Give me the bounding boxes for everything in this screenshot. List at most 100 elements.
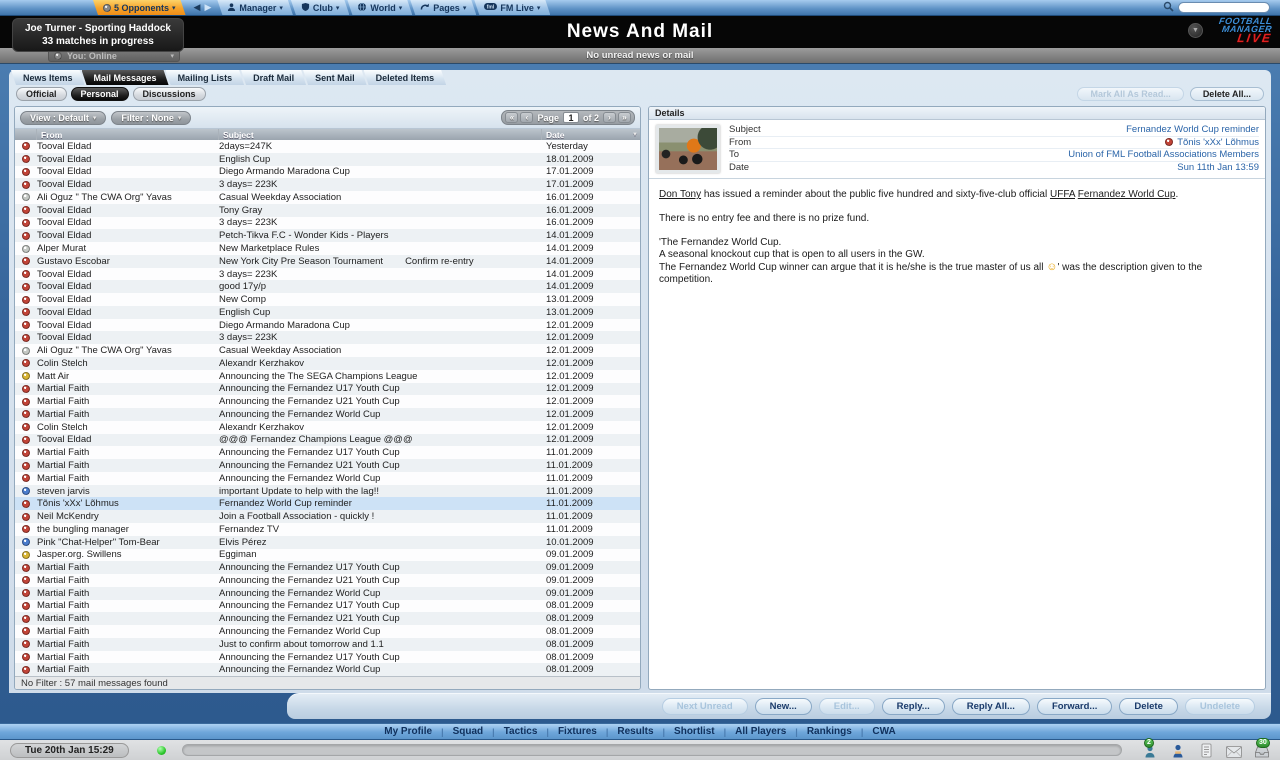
date-column-header[interactable]: Date▼	[542, 129, 640, 140]
subtab-personal[interactable]: Personal	[71, 87, 129, 101]
menu-tab-world[interactable]: World▾	[347, 0, 412, 15]
menu-tab-manager[interactable]: Manager▾	[217, 0, 293, 15]
user-icon[interactable]	[1170, 743, 1186, 758]
body-link[interactable]: Fernandez World Cup	[1078, 189, 1176, 200]
forward-icon[interactable]: ▶	[204, 3, 211, 12]
reply-button[interactable]: Reply...	[882, 698, 945, 715]
mail-row[interactable]: Colin StelchAlexandr Kerzhakov12.01.2009	[15, 421, 640, 434]
opponents-tab[interactable]: 5 Opponents ▾	[93, 0, 186, 15]
subtab-discussions[interactable]: Discussions	[133, 87, 206, 101]
page-number-input[interactable]	[563, 112, 579, 123]
tab-deleted-items[interactable]: Deleted Items	[364, 70, 447, 85]
menu-tab-pages[interactable]: Pages▾	[410, 0, 476, 15]
tab-sent-mail[interactable]: Sent Mail	[303, 70, 367, 85]
subtab-official[interactable]: Official	[16, 87, 67, 101]
tab-draft-mail[interactable]: Draft Mail	[241, 70, 306, 85]
field-value-link[interactable]: Fernandez World Cup reminder	[1126, 124, 1259, 135]
nav-item-shortlist[interactable]: Shortlist	[665, 726, 724, 737]
collapse-header-button[interactable]: ▼	[1188, 23, 1203, 38]
mail-row[interactable]: Ali Oguz " The CWA Org" YavasCasual Week…	[15, 191, 640, 204]
envelope-icon[interactable]	[1226, 743, 1242, 758]
nav-item-results[interactable]: Results	[608, 726, 662, 737]
mail-row[interactable]: Martial FaithJust to confirm about tomor…	[15, 638, 640, 651]
search-input[interactable]	[1178, 2, 1270, 13]
mail-row[interactable]: Tõnis 'xXx' LõhmusFernandez World Cup re…	[15, 497, 640, 510]
mail-row[interactable]: Tooval Eldad3 days= 223K14.01.2009	[15, 268, 640, 281]
filter-dropdown[interactable]: Filter : None▾	[111, 111, 191, 125]
mail-row[interactable]: Martial FaithAnnouncing the Fernandez Wo…	[15, 663, 640, 676]
nav-item-my-profile[interactable]: My Profile	[375, 726, 441, 737]
mail-row[interactable]: Matt AirAnnouncing the The SEGA Champion…	[15, 370, 640, 383]
nav-item-rankings[interactable]: Rankings	[798, 726, 861, 737]
tab-mail-messages[interactable]: Mail Messages	[82, 70, 169, 85]
mail-row[interactable]: Tooval Eldad3 days= 223K12.01.2009	[15, 331, 640, 344]
nav-item-all-players[interactable]: All Players	[726, 726, 795, 737]
mail-row[interactable]: Tooval EldadPetch-Tikva F.C - Wonder Kid…	[15, 229, 640, 242]
forward-button[interactable]: Forward...	[1037, 698, 1112, 715]
field-value-link[interactable]: Sun 11th Jan 13:59	[1177, 162, 1259, 173]
mail-row[interactable]: Tooval Eldad@@@ Fernandez Champions Leag…	[15, 434, 640, 447]
clipboard-icon[interactable]	[1198, 743, 1214, 758]
inbox-tray-icon[interactable]: 30	[1254, 743, 1270, 758]
mail-row[interactable]: Tooval Eldadgood 17y/p14.01.2009	[15, 280, 640, 293]
field-value-link[interactable]: Union of FML Football Associations Membe…	[1068, 149, 1259, 160]
subject-column-header[interactable]: Subject	[219, 129, 542, 140]
from-column-header[interactable]: From	[37, 129, 219, 140]
user-status-box[interactable]: Joe Turner - Sporting Haddock 33 matches…	[12, 18, 184, 52]
mail-row[interactable]: Tooval Eldad3 days= 223K16.01.2009	[15, 217, 640, 230]
first-page-button[interactable]: «	[505, 112, 518, 123]
mail-row[interactable]: Tooval EldadTony Gray16.01.2009	[15, 204, 640, 217]
mail-row[interactable]: Martial FaithAnnouncing the Fernandez Wo…	[15, 625, 640, 638]
prev-page-button[interactable]: ‹	[520, 112, 533, 123]
mail-row[interactable]: Martial FaithAnnouncing the Fernandez U1…	[15, 600, 640, 613]
nav-item-cwa[interactable]: CWA	[863, 726, 904, 737]
mail-row[interactable]: Tooval EldadEnglish Cup18.01.2009	[15, 153, 640, 166]
mail-row[interactable]: Martial FaithAnnouncing the Fernandez U2…	[15, 612, 640, 625]
mail-row[interactable]: Martial FaithAnnouncing the Fernandez Wo…	[15, 472, 640, 485]
delete-button[interactable]: Delete	[1119, 698, 1178, 715]
mail-row[interactable]: Tooval Eldad3 days= 223K17.01.2009	[15, 178, 640, 191]
last-page-button[interactable]: »	[618, 112, 631, 123]
next-page-button[interactable]: ›	[603, 112, 616, 123]
mail-row[interactable]: Neil McKendryJoin a Football Association…	[15, 510, 640, 523]
mail-row[interactable]: Martial FaithAnnouncing the Fernandez Wo…	[15, 587, 640, 600]
chat-users-icon[interactable]: 2	[1142, 743, 1158, 758]
mail-row[interactable]: the bungling managerFernandez TV11.01.20…	[15, 523, 640, 536]
mail-row[interactable]: Martial FaithAnnouncing the Fernandez U1…	[15, 561, 640, 574]
mail-row[interactable]: Martial FaithAnnouncing the Fernandez U1…	[15, 651, 640, 664]
mail-row[interactable]: Martial FaithAnnouncing the Fernandez U1…	[15, 446, 640, 459]
tab-mailing-lists[interactable]: Mailing Lists	[166, 70, 245, 85]
mail-row[interactable]: Martial FaithAnnouncing the Fernandez U2…	[15, 395, 640, 408]
reply-all-button[interactable]: Reply All...	[952, 698, 1030, 715]
body-link[interactable]: Don Tony	[659, 189, 701, 200]
mail-row[interactable]: Martial FaithAnnouncing the Fernandez Wo…	[15, 408, 640, 421]
delete-all-button[interactable]: Delete All...	[1190, 87, 1264, 101]
tab-news-items[interactable]: News Items	[11, 70, 85, 85]
mail-row[interactable]: Martial FaithAnnouncing the Fernandez U1…	[15, 383, 640, 396]
mail-row[interactable]: Martial FaithAnnouncing the Fernandez U2…	[15, 574, 640, 587]
mail-row[interactable]: Tooval EldadEnglish Cup13.01.2009	[15, 306, 640, 319]
game-datetime[interactable]: Tue 20th Jan 15:29	[10, 743, 129, 758]
field-value-link[interactable]: Tõnis 'xXx' Lõhmus	[1165, 137, 1259, 148]
body-link[interactable]: UFFA	[1050, 189, 1075, 200]
mail-row[interactable]: Tooval EldadNew Comp13.01.2009	[15, 293, 640, 306]
back-icon[interactable]: ◀	[194, 3, 201, 12]
mail-row[interactable]: Gustavo EscobarNew York City Pre Season …	[15, 255, 640, 268]
mail-row[interactable]: steven jarvisimportant Update to help wi…	[15, 485, 640, 498]
column-menu-icon[interactable]: ▼	[632, 132, 638, 138]
menu-tab-fm-live[interactable]: fmlFM Live▾	[474, 0, 550, 15]
mail-row[interactable]: Ali Oguz " The CWA Org" YavasCasual Week…	[15, 344, 640, 357]
nav-item-tactics[interactable]: Tactics	[495, 726, 547, 737]
nav-item-squad[interactable]: Squad	[444, 726, 493, 737]
mail-row[interactable]: Pink "Chat-Helper" Tom-BearElvis Pérez10…	[15, 536, 640, 549]
mail-row[interactable]: Tooval EldadDiego Armando Maradona Cup17…	[15, 166, 640, 179]
mail-row[interactable]: Martial FaithAnnouncing the Fernandez U2…	[15, 459, 640, 472]
mail-row[interactable]: Tooval EldadDiego Armando Maradona Cup12…	[15, 319, 640, 332]
mail-row[interactable]: Alper MuratNew Marketplace Rules14.01.20…	[15, 242, 640, 255]
new-button[interactable]: New...	[755, 698, 812, 715]
mail-row[interactable]: Colin StelchAlexandr Kerzhakov12.01.2009	[15, 357, 640, 370]
nav-item-fixtures[interactable]: Fixtures	[549, 726, 606, 737]
menu-tab-club[interactable]: Club▾	[291, 0, 350, 15]
view-dropdown[interactable]: View : Default▾	[20, 111, 106, 125]
mail-row[interactable]: Tooval Eldad2days=247KYesterday	[15, 140, 640, 153]
